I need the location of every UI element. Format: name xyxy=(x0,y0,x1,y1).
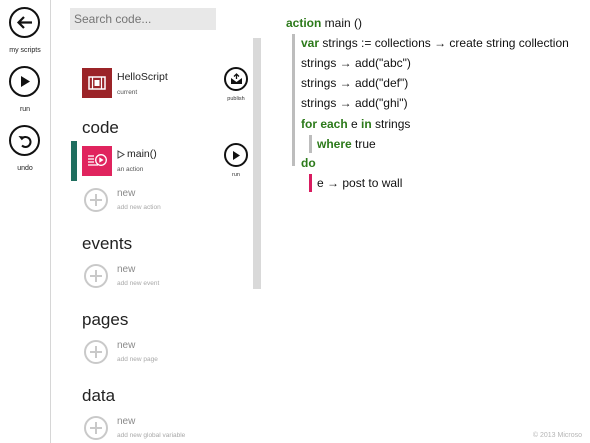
keyword-action: action xyxy=(286,16,322,30)
run-label: run xyxy=(19,106,31,113)
add-page-plus-icon[interactable] xyxy=(84,340,108,364)
run-action-label: run xyxy=(232,172,240,178)
run-button[interactable] xyxy=(9,66,40,97)
keyword-for-each: for each xyxy=(301,117,348,131)
code-line-where[interactable]: where true xyxy=(317,137,376,151)
add-action-subtitle: add new action xyxy=(117,204,161,211)
add-action-title[interactable]: new xyxy=(117,188,135,199)
copyright-text: © 2013 Microso xyxy=(532,432,582,439)
publish-icon xyxy=(230,73,242,84)
code-line-add-def[interactable]: strings → add("def") xyxy=(301,76,408,90)
code-text: strings xyxy=(371,117,411,131)
publish-button[interactable] xyxy=(224,67,248,91)
play-icon xyxy=(20,76,30,87)
action-main-subtitle: an action xyxy=(117,166,144,173)
selected-item-bar xyxy=(71,141,77,181)
code-text: e xyxy=(347,117,362,131)
add-event-plus-icon[interactable] xyxy=(84,264,108,288)
my-scripts-label: my scripts xyxy=(9,47,41,54)
section-events-heading: events xyxy=(82,234,133,253)
code-text: true xyxy=(351,137,376,151)
code-line-var[interactable]: var strings := collections → create stri… xyxy=(301,36,569,50)
keyword-do: do xyxy=(301,156,316,170)
undo-button[interactable] xyxy=(9,125,40,156)
add-global-variable-title[interactable]: new xyxy=(117,416,135,427)
code-text: main () xyxy=(321,16,363,30)
undo-label: undo xyxy=(17,165,33,172)
undo-icon xyxy=(18,135,32,148)
back-button[interactable] xyxy=(9,7,40,38)
code-line-add-abc[interactable]: strings → add("abc") xyxy=(301,56,411,70)
run-action-button[interactable] xyxy=(224,143,248,167)
play-icon xyxy=(233,150,240,160)
keyword-where: where xyxy=(317,137,352,151)
publish-label: publish xyxy=(227,96,245,102)
add-action-plus-icon[interactable] xyxy=(84,188,108,212)
keyword-var: var xyxy=(301,36,320,50)
scrollbar[interactable] xyxy=(253,38,261,289)
add-page-title[interactable]: new xyxy=(117,340,135,351)
film-icon xyxy=(88,76,106,90)
script-title[interactable]: HelloScript xyxy=(117,71,168,83)
keyword-in: in xyxy=(361,117,372,131)
code-text: strings := collections → create string c… xyxy=(319,36,569,50)
section-pages-heading: pages xyxy=(82,310,129,329)
where-indent-bar xyxy=(309,135,312,153)
code-line-action-header[interactable]: action main () xyxy=(286,16,362,30)
script-subtitle: current xyxy=(117,89,138,96)
block-indent-bar xyxy=(292,34,295,166)
back-arrow-icon xyxy=(16,16,32,29)
code-line-for-each[interactable]: for each e in strings xyxy=(301,117,410,131)
add-event-subtitle: add new event xyxy=(117,280,160,287)
action-main-title[interactable]: main() xyxy=(127,148,157,160)
action-icon xyxy=(88,154,107,166)
add-page-subtitle: add new page xyxy=(117,356,158,363)
action-thumbnail[interactable] xyxy=(82,146,112,176)
section-data-heading: data xyxy=(82,386,116,405)
search-input[interactable] xyxy=(70,8,216,30)
selected-statement-marker xyxy=(309,174,312,192)
left-rail: my scripts run undo xyxy=(0,0,51,443)
add-global-variable-subtitle: add new global variable xyxy=(117,432,186,439)
add-event-title[interactable]: new xyxy=(117,264,135,275)
action-play-glyph-icon xyxy=(117,150,125,159)
section-code-heading: code xyxy=(82,118,119,137)
code-line-post-to-wall[interactable]: e → post to wall xyxy=(317,176,402,190)
code-line-do[interactable]: do xyxy=(301,156,316,170)
code-line-add-ghi[interactable]: strings → add("ghi") xyxy=(301,96,408,110)
script-thumbnail[interactable] xyxy=(82,68,112,98)
add-global-variable-plus-icon[interactable] xyxy=(84,416,108,440)
